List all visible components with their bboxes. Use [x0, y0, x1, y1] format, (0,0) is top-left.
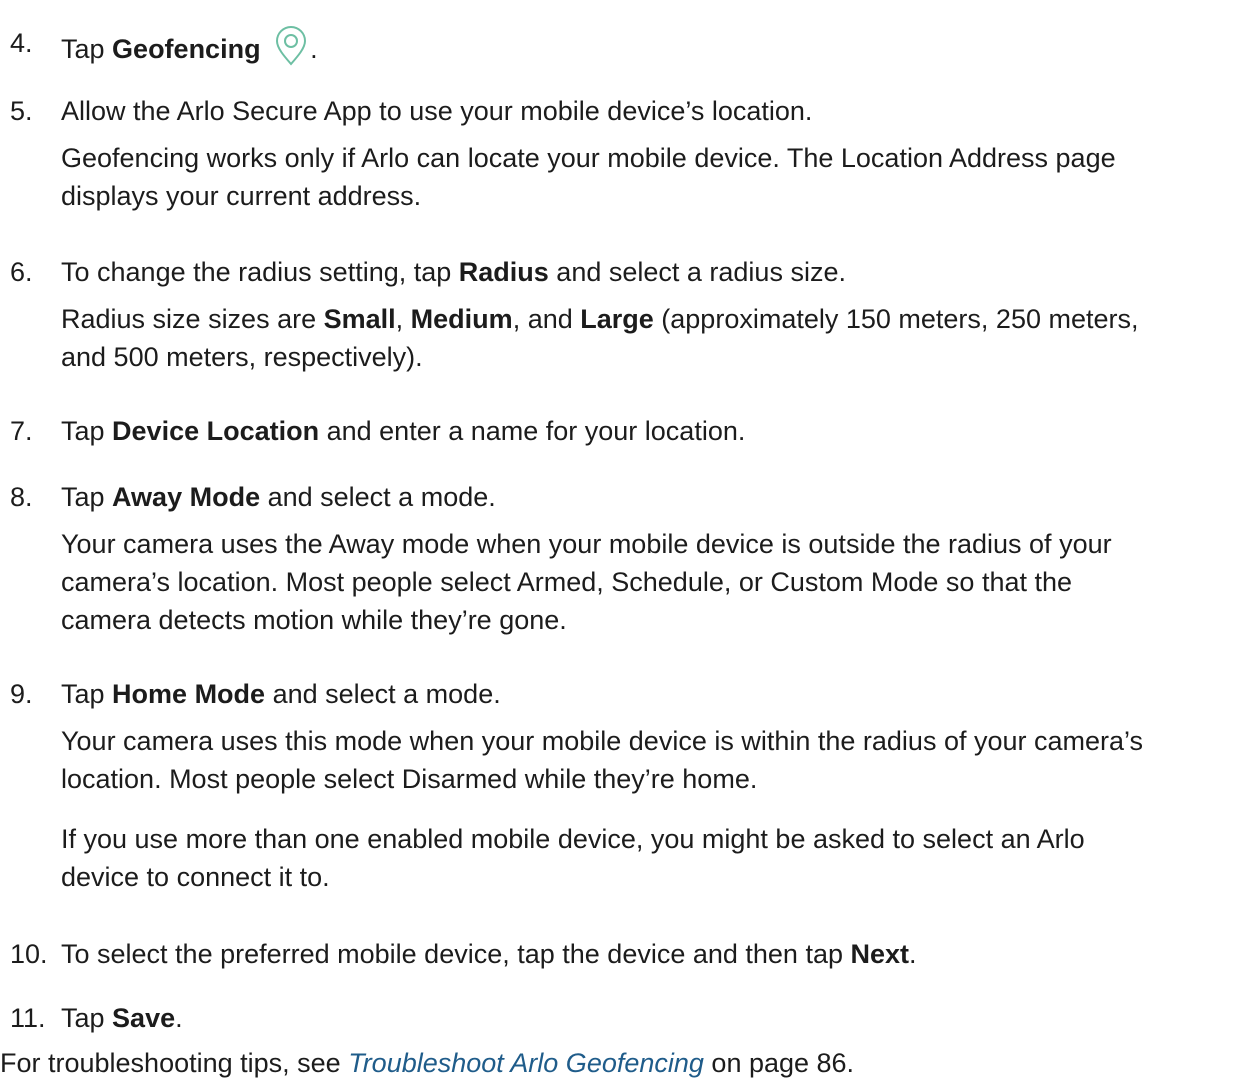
step-text: Tap: [61, 1003, 113, 1033]
step-text-end: and select a radius size.: [548, 257, 846, 287]
step-8-note-line-1: Your camera uses the Away mode when your…: [61, 529, 1112, 559]
step-number: 7.: [10, 416, 33, 446]
step-8-note-line-2: camera’s location. Most people select Ar…: [61, 567, 1073, 597]
step-text: To change the radius setting, tap: [61, 257, 459, 287]
step-bold: Geofencing: [112, 34, 261, 64]
document-page: 4. Tap Geofencing . 5. Allow the Arlo Se…: [0, 0, 1257, 1083]
step-bold: Next: [850, 939, 910, 969]
step-text: To select the preferred mobile device, t…: [61, 939, 851, 969]
step-bold: Radius: [458, 257, 549, 287]
step-number: 6.: [10, 257, 33, 287]
step-text-end: and enter a name for your location.: [319, 416, 746, 446]
step-number: 9.: [10, 679, 33, 709]
step-text: Allow the Arlo Secure App to use your mo…: [61, 96, 813, 126]
step-6-note-line-1: Radius size sizes are Small, Medium, and…: [61, 304, 1139, 334]
step-6-note-line-2: and 500 meters, respectively).: [61, 342, 423, 372]
step-5-note-line-2: displays your current address.: [61, 181, 422, 211]
step-number: 4.: [10, 28, 33, 58]
step-text-end: .: [175, 1003, 183, 1033]
step-number: 11.: [10, 1003, 46, 1033]
location-pin-icon: [272, 26, 310, 74]
step-bold: Away Mode: [112, 482, 261, 512]
step-text: Tap: [61, 416, 113, 446]
troubleshoot-link[interactable]: Troubleshoot Arlo Geofencing: [348, 1048, 704, 1078]
step-5-note-line-1: Geofencing works only if Arlo can locate…: [61, 143, 1116, 173]
step-9-note-line-2: location. Most people select Disarmed wh…: [61, 764, 758, 794]
step-9-note-line-1: Your camera uses this mode when your mob…: [61, 726, 1144, 756]
step-text-end: .: [909, 939, 917, 969]
troubleshooting-note: For troubleshooting tips, see Troublesho…: [0, 1048, 855, 1078]
step-number: 8.: [10, 482, 33, 512]
step-text-end: and select a mode.: [265, 679, 501, 709]
step-text: Tap: [61, 34, 113, 64]
step-9-note2-line-1: If you use more than one enabled mobile …: [61, 824, 1085, 854]
step-9-note2-line-2: device to connect it to.: [61, 862, 330, 892]
step-bold: Device Location: [112, 416, 320, 446]
step-text-end: .: [310, 34, 318, 64]
step-number: 5.: [10, 96, 33, 126]
step-text-end: and select a mode.: [260, 482, 496, 512]
step-number: 10.: [10, 939, 48, 969]
step-text: Tap: [61, 482, 113, 512]
step-bold: Home Mode: [112, 679, 266, 709]
step-text: Tap: [61, 679, 113, 709]
step-bold: Save: [112, 1003, 176, 1033]
step-8-note-line-3: camera detects motion while they’re gone…: [61, 605, 567, 635]
